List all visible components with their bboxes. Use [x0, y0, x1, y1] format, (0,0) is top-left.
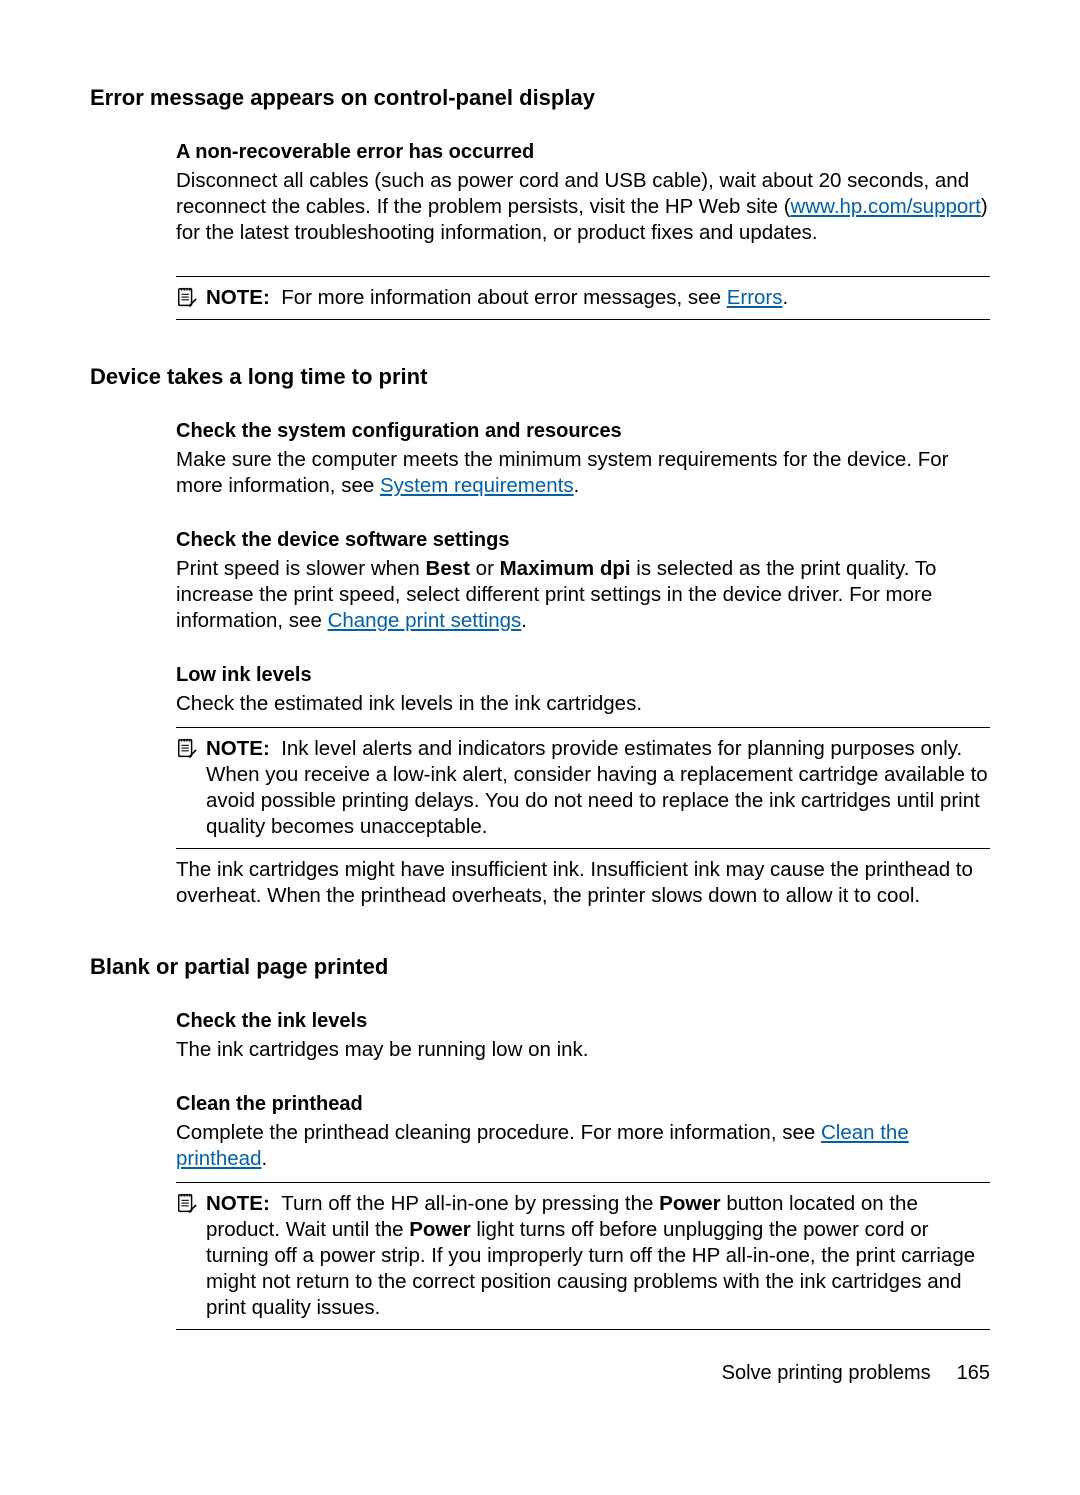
heading-error-message: Error message appears on control-panel d… — [90, 85, 990, 111]
subheading-sysconfig: Check the system configuration and resou… — [176, 420, 990, 443]
note-icon — [176, 1193, 198, 1215]
note-body: NOTE: Turn off the HP all-in-one by pres… — [206, 1191, 990, 1321]
bold-power-1: Power — [659, 1192, 721, 1215]
note-box-power: NOTE: Turn off the HP all-in-one by pres… — [176, 1182, 990, 1330]
heading-long-time: Device takes a long time to print — [90, 364, 990, 390]
bold-maxdpi: Maximum dpi — [500, 557, 631, 580]
note-label: NOTE: — [206, 286, 270, 309]
subsection-check-ink: Check the ink levels The ink cartridges … — [176, 1010, 990, 1330]
note-icon — [176, 738, 198, 760]
body-software-settings: Print speed is slower when Best or Maxim… — [176, 556, 990, 634]
text: or — [470, 557, 500, 580]
body-sysconfig: Make sure the computer meets the minimum… — [176, 447, 990, 499]
subheading-software-settings: Check the device software settings — [176, 529, 990, 552]
text: . — [574, 474, 580, 497]
body-low-ink: Check the estimated ink levels in the in… — [176, 691, 990, 717]
subheading-check-ink: Check the ink levels — [176, 1010, 990, 1033]
note-label: NOTE: — [206, 1192, 270, 1215]
bold-best: Best — [426, 557, 470, 580]
body-nonrecoverable: Disconnect all cables (such as power cor… — [176, 168, 990, 246]
page-footer: Solve printing problems 165 — [722, 1362, 990, 1385]
link-errors[interactable]: Errors — [727, 286, 783, 309]
link-hp-support[interactable]: www.hp.com/support — [791, 195, 981, 218]
text: Ink level alerts and indicators provide … — [206, 737, 988, 838]
body-clean-printhead: Complete the printhead cleaning procedur… — [176, 1120, 990, 1172]
text: Complete the printhead cleaning procedur… — [176, 1121, 821, 1144]
text: Turn off the HP all-in-one by pressing t… — [281, 1192, 659, 1215]
text: For more information about error message… — [281, 286, 727, 309]
text: . — [521, 609, 527, 632]
subheading-nonrecoverable: A non-recoverable error has occurred — [176, 141, 990, 164]
text: Print speed is slower when — [176, 557, 426, 580]
footer-section: Solve printing problems — [722, 1362, 931, 1384]
body-after-note: The ink cartridges might have insufficie… — [176, 857, 990, 909]
note-box-ink-level: NOTE: Ink level alerts and indicators pr… — [176, 727, 990, 849]
bold-power-2: Power — [409, 1218, 471, 1241]
heading-blank-page: Blank or partial page printed — [90, 954, 990, 980]
subheading-low-ink: Low ink levels — [176, 664, 990, 687]
page: Error message appears on control-panel d… — [0, 0, 1080, 1495]
text: . — [261, 1147, 267, 1170]
note-box-errors: NOTE: For more information about error m… — [176, 276, 990, 320]
subheading-clean-printhead: Clean the printhead — [176, 1093, 990, 1116]
subsection-nonrecoverable: A non-recoverable error has occurred Dis… — [176, 141, 990, 320]
link-change-print-settings[interactable]: Change print settings — [328, 609, 522, 632]
text: . — [783, 286, 789, 309]
link-system-requirements[interactable]: System requirements — [380, 474, 574, 497]
subsection-sysconfig: Check the system configuration and resou… — [176, 420, 990, 909]
page-number: 165 — [957, 1362, 990, 1384]
note-label: NOTE: — [206, 737, 270, 760]
note-body: NOTE: Ink level alerts and indicators pr… — [206, 736, 990, 840]
note-icon — [176, 287, 198, 309]
note-body: NOTE: For more information about error m… — [206, 285, 990, 311]
body-check-ink: The ink cartridges may be running low on… — [176, 1037, 990, 1063]
